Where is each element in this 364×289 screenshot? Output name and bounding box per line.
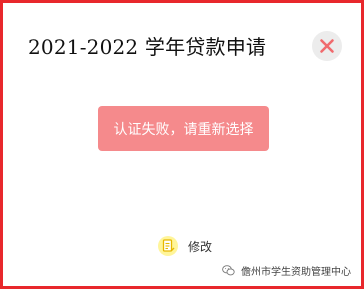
watermark: 儋州市学生资助管理中心 [222,263,351,278]
close-button[interactable] [312,31,342,61]
edit-document-icon [158,236,178,256]
edit-button[interactable]: 修改 [158,236,212,256]
dialog-title: 2021-2022 学年贷款申请 [28,35,267,59]
dialog-frame: 2021-2022 学年贷款申请 认证失败，请重新选择 修改 [0,0,364,289]
close-icon [320,39,334,53]
error-message: 认证失败，请重新选择 [98,106,269,151]
edit-label: 修改 [188,239,213,254]
wechat-icon [222,265,235,276]
watermark-text: 儋州市学生资助管理中心 [241,267,351,278]
